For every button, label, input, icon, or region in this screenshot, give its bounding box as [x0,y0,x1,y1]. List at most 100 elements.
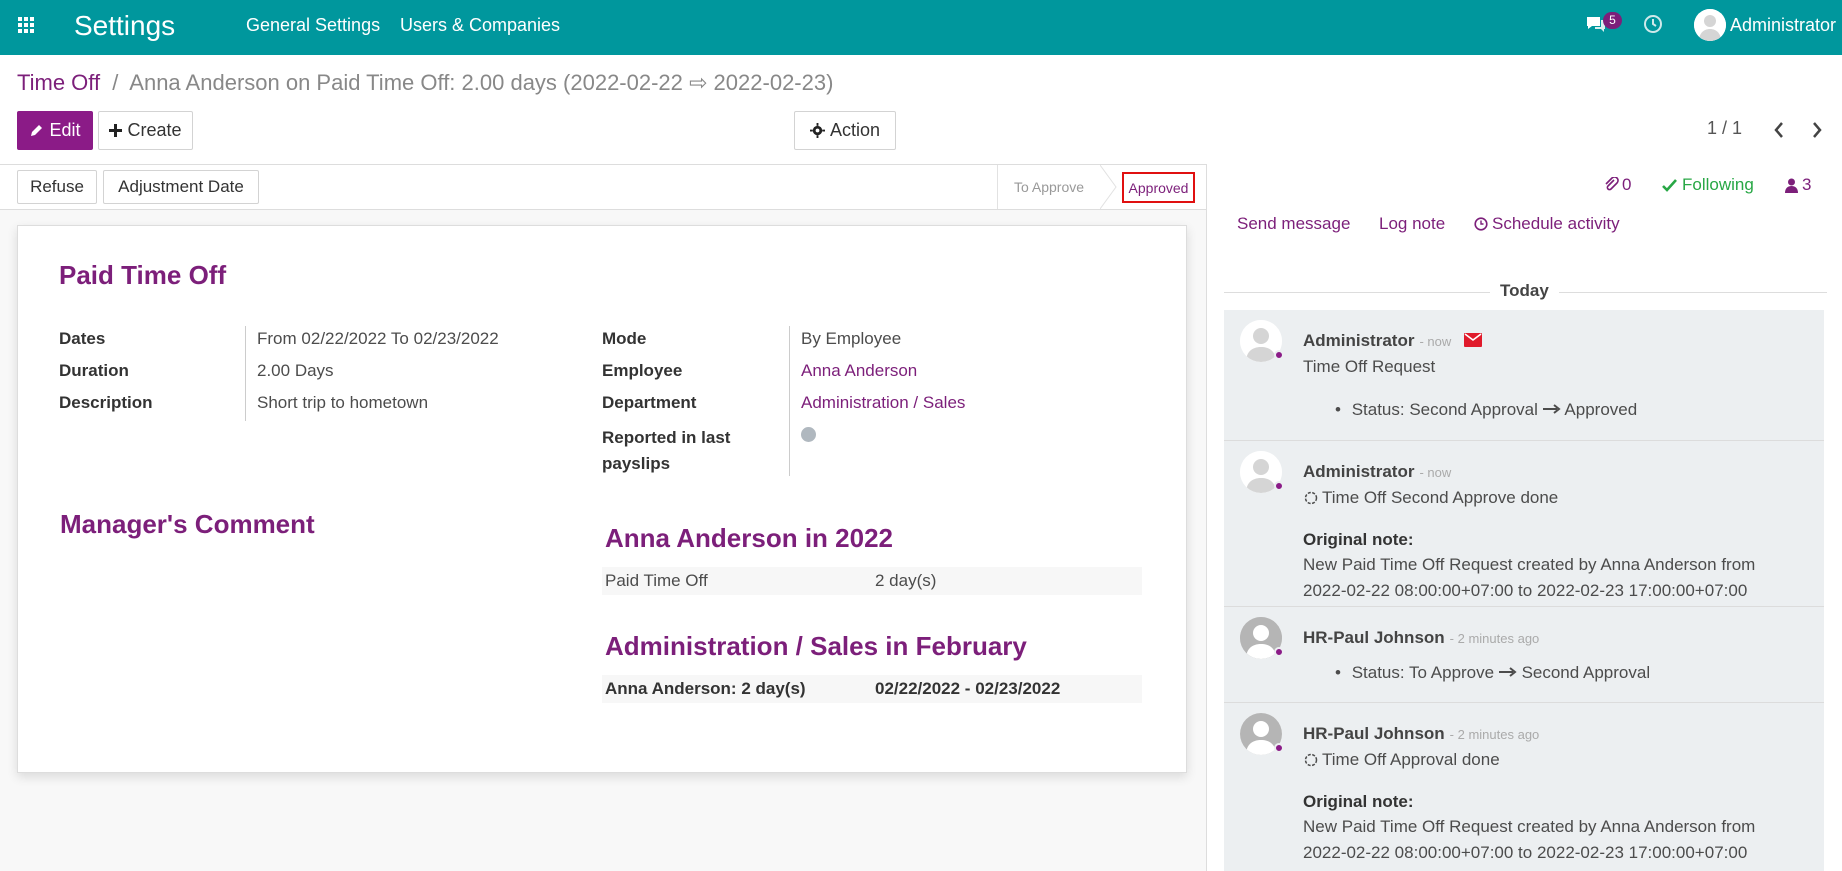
online-status-dot [1274,350,1284,360]
breadcrumb-separator: / [112,70,119,95]
form-sheet: Paid Time Off Dates From 02/22/2022 To 0… [17,225,1187,773]
status-approved[interactable]: Approved [1122,172,1195,203]
description-value: Short trip to hometown [257,393,429,412]
menu-users-companies[interactable]: Users & Companies [400,15,560,36]
adjustment-date-button[interactable]: Adjustment Date [103,170,259,204]
author-name[interactable]: Administrator [1303,331,1414,350]
message-time: - now [1419,334,1452,349]
reported-label: Reported in last payslips [602,425,730,477]
dept-row-label: Anna Anderson: 2 day(s) [605,679,806,698]
summary-row-value: 2 day(s) [875,571,937,590]
action-label: Action [829,120,881,140]
dates-value: From 02/22/2022 To 02/23/2022 [257,329,499,349]
department-label: Department [602,393,697,412]
duration-unit: Days [294,361,334,380]
bullet: • [1335,663,1341,682]
reported-label-line2: payslips [602,454,671,473]
message-time: - 2 minutes ago [1449,631,1540,646]
tracking-new-value: Approved [1564,400,1638,419]
activity-clock-icon[interactable] [1643,14,1663,34]
pager-value[interactable]: 1 / 1 [1707,118,1742,139]
tracking-label: Status: [1351,400,1405,419]
employee-link[interactable]: Anna Anderson [801,361,917,381]
next-record-icon[interactable] [1809,120,1825,140]
mode-value: By Employee [801,329,902,348]
send-message-button[interactable]: Send message [1237,214,1350,234]
bullet: • [1335,400,1341,419]
summary-title: Anna Anderson in 2022 [605,523,893,553]
date-to: 02/23/2022 [413,329,499,348]
activity-icon [1304,753,1318,767]
message-time: - now [1419,465,1452,480]
apps-menu-icon[interactable] [18,17,34,33]
note-label: Original note: [1303,530,1414,549]
managers-comment-title: Manager's Comment [60,509,315,539]
breadcrumb: Time Off / Anna Anderson on Paid Time Of… [17,70,833,96]
action-button[interactable]: Action [794,111,896,150]
summary-row-label: Paid Time Off [605,571,708,590]
followers-button[interactable]: 3 [1785,175,1811,195]
app-title[interactable]: Settings [74,10,175,42]
create-label: Create [127,120,182,140]
date-separator: Today [1490,281,1559,301]
following-button[interactable]: Following [1662,175,1754,195]
field-separator [245,326,246,421]
clock-icon [1474,217,1488,231]
chatter-message: HR-Paul Johnson - 2 minutes ago Time Off … [1224,703,1824,871]
dept-row-value: 02/22/2022 - 02/23/2022 [875,679,1061,698]
reported-indicator[interactable] [801,427,816,442]
menu-general-settings[interactable]: General Settings [246,15,380,36]
tracking-value: • Status: To Approve Second Approval [1335,662,1650,683]
user-menu[interactable]: Administrator [1730,15,1836,36]
messages-count-badge: 5 [1603,12,1622,29]
status-to-approve[interactable]: To Approve [997,165,1100,209]
schedule-activity-button[interactable]: Schedule activity [1474,214,1620,234]
online-status-dot [1274,481,1284,491]
tracking-new-value: Second Approval [1521,663,1651,682]
breadcrumb-current: Anna Anderson on Paid Time Off: 2.00 day… [129,70,834,95]
note-line-1: New Paid Time Off Request created by Ann… [1303,555,1756,574]
author-name[interactable]: HR-Paul Johnson [1303,628,1445,647]
note-line-2: 2022-02-22 08:00:00+07:00 to 2022-02-23 … [1303,843,1748,862]
breadcrumb-time-off[interactable]: Time Off [17,70,100,95]
message-author: HR-Paul Johnson - 2 minutes ago [1303,628,1539,648]
activity-done: Time Off Approval done [1303,750,1500,770]
dept-title: Administration / Sales in February [605,631,1027,661]
tracking-old-value: Second Approval [1409,400,1538,419]
duration-value: 2.00 Days [257,361,334,381]
summary-row: Paid Time Off 2 day(s) [602,567,1142,595]
department-link[interactable]: Administration / Sales [801,393,965,413]
chatter-message: Administrator - now Time Off Request • St… [1224,310,1824,441]
plus-icon [109,124,123,137]
activity-text: Time Off Approval done [1322,750,1500,769]
note-line-2: 2022-02-22 08:00:00+07:00 to 2022-02-23 … [1303,581,1748,600]
edit-button[interactable]: Edit [17,111,93,150]
envelope-icon [1464,333,1482,347]
gear-icon [809,123,825,138]
previous-record-icon[interactable] [1771,120,1787,140]
tracking-label: Status: [1351,663,1405,682]
check-icon [1662,178,1677,192]
user-avatar[interactable] [1694,9,1726,41]
schedule-activity-label: Schedule activity [1492,214,1620,233]
status-arrow [1100,165,1117,209]
online-status-dot [1274,743,1284,753]
message-author: HR-Paul Johnson - 2 minutes ago [1303,724,1539,744]
message-author: Administrator - now [1303,331,1482,351]
author-name[interactable]: Administrator [1303,462,1414,481]
top-navbar: Settings General Settings Users & Compan… [0,0,1842,55]
attachments-count: 0 [1622,175,1632,194]
log-note-button[interactable]: Log note [1379,214,1445,234]
paperclip-icon [1605,177,1619,191]
tracking-old-value: To Approve [1409,663,1495,682]
attachments-counter[interactable]: 0 [1605,175,1631,195]
create-button[interactable]: Create [98,111,193,150]
edit-label: Edit [49,120,81,140]
author-name[interactable]: HR-Paul Johnson [1303,724,1445,743]
tracking-value: • Status: Second Approval Approved [1335,399,1637,420]
refuse-button[interactable]: Refuse [17,170,97,204]
reported-label-line1: Reported in last [602,428,731,447]
activity-text: Time Off Second Approve done [1322,488,1559,507]
message-time: - 2 minutes ago [1449,727,1540,742]
chatter-message: HR-Paul Johnson - 2 minutes ago • Status:… [1224,607,1824,703]
